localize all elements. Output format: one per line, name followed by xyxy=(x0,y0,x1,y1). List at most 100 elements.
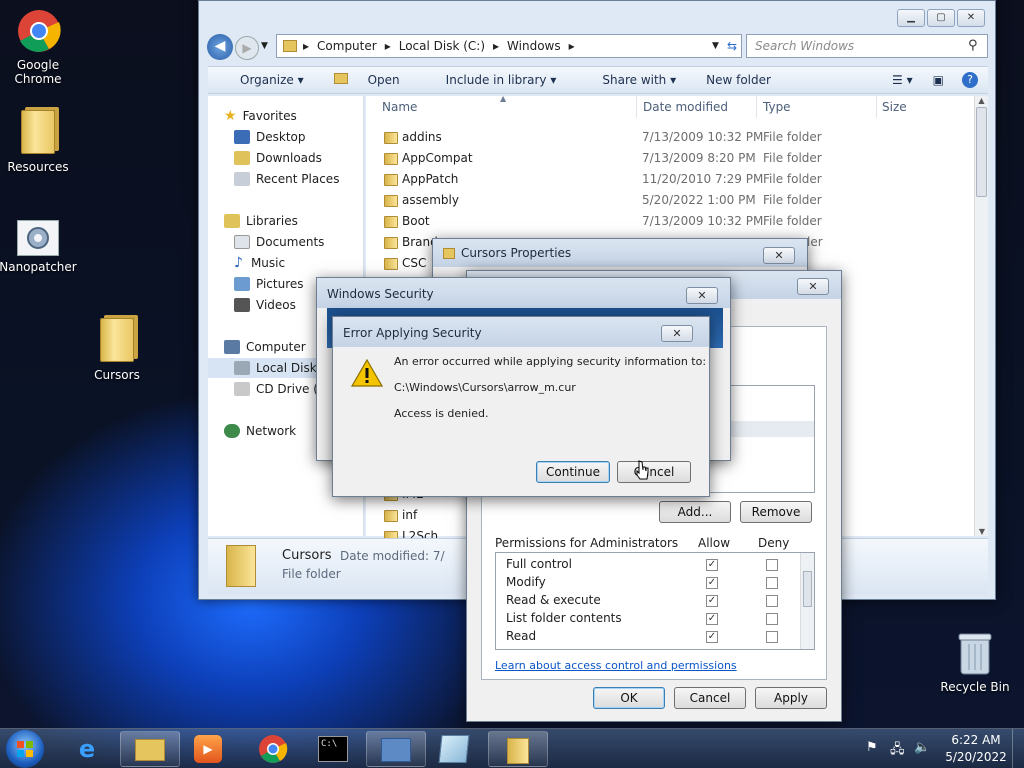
remove-button[interactable]: Remove xyxy=(740,501,812,523)
folder-icon xyxy=(384,510,398,522)
permissions-scrollbar[interactable] xyxy=(800,553,814,649)
close-button[interactable]: ✕ xyxy=(661,325,693,342)
desktop-icon-nanopatcher[interactable]: Nanopatcher xyxy=(0,220,78,274)
nav-favorites[interactable]: ★ Favorites xyxy=(224,106,297,126)
breadcrumb-local-disk[interactable]: Local Disk (C:) xyxy=(399,39,485,53)
scroll-down-arrow[interactable]: ▼ xyxy=(975,527,989,536)
nav-cd-drive[interactable]: CD Drive (D xyxy=(234,379,327,399)
refresh-icon[interactable]: ⇆ xyxy=(727,39,737,53)
close-button[interactable]: ✕ xyxy=(686,287,718,304)
cancel-button[interactable]: Cancel xyxy=(617,461,691,483)
clock-date[interactable]: 5/20/2022 xyxy=(944,750,1008,764)
deny-checkbox[interactable] xyxy=(766,559,778,571)
table-row[interactable]: AppCompat 7/13/2009 8:20 PM File folder xyxy=(366,151,966,172)
new-folder-button[interactable]: New folder xyxy=(706,73,771,87)
address-dropdown-icon[interactable]: ▼ xyxy=(712,41,719,51)
ok-button[interactable]: OK xyxy=(593,687,665,709)
column-header-name[interactable]: Name xyxy=(382,100,417,114)
view-options-icon[interactable]: ☰ ▾ xyxy=(892,73,913,87)
folder-icon xyxy=(95,318,139,364)
nav-libraries[interactable]: Libraries xyxy=(224,211,298,231)
folder-icon xyxy=(283,40,297,52)
permission-label: Read & execute xyxy=(506,593,601,607)
preview-pane-icon[interactable]: ▣ xyxy=(933,73,944,87)
cmd-icon[interactable]: C:\ xyxy=(318,736,348,762)
learn-more-link[interactable]: Learn about access control and permissio… xyxy=(495,659,737,672)
deny-checkbox[interactable] xyxy=(766,595,778,607)
show-desktop-button[interactable] xyxy=(1012,729,1024,768)
hard-disk-icon xyxy=(234,361,250,375)
vertical-scrollbar[interactable]: ▲ ▼ xyxy=(974,96,988,536)
desktop-icon-cursors[interactable]: Cursors xyxy=(77,318,157,382)
scroll-thumb[interactable] xyxy=(803,571,812,607)
search-input[interactable]: Search Windows xyxy=(746,34,988,58)
recent-pages-dropdown[interactable]: ▼ xyxy=(261,41,268,51)
column-header-type[interactable]: Type xyxy=(763,100,791,114)
cancel-button[interactable]: Cancel xyxy=(674,687,746,709)
nav-music[interactable]: ♪ Music xyxy=(234,253,285,273)
nav-pictures[interactable]: Pictures xyxy=(234,274,304,294)
close-button[interactable]: ✕ xyxy=(763,247,795,264)
include-in-library-menu[interactable]: Include in library ▾ xyxy=(430,73,557,87)
column-header-size[interactable]: Size xyxy=(882,100,907,114)
allow-checkbox[interactable]: ✓ xyxy=(706,595,718,607)
address-bar[interactable]: ▸ Computer ▸ Local Disk (C:) ▸ Windows ▸… xyxy=(276,34,742,58)
help-icon[interactable]: ? xyxy=(962,72,978,88)
table-row[interactable]: Boot 7/13/2009 10:32 PM File folder xyxy=(366,214,966,235)
taskbar-folder[interactable] xyxy=(488,731,548,767)
desktop-icon-recycle-bin[interactable]: Recycle Bin xyxy=(935,630,1015,694)
breadcrumb-windows[interactable]: Windows xyxy=(507,39,561,53)
taskbar-explorer[interactable] xyxy=(120,731,180,767)
nav-documents[interactable]: Documents xyxy=(234,232,324,252)
media-player-icon[interactable]: ▶ xyxy=(194,735,222,763)
continue-button[interactable]: Continue xyxy=(536,461,610,483)
start-button[interactable] xyxy=(6,730,44,768)
add-button[interactable]: Add... xyxy=(659,501,731,523)
nav-network[interactable]: Network xyxy=(224,421,296,441)
nav-videos[interactable]: Videos xyxy=(234,295,296,315)
allow-checkbox[interactable]: ✓ xyxy=(706,577,718,589)
allow-checkbox[interactable]: ✓ xyxy=(706,559,718,571)
share-with-menu[interactable]: Share with ▾ xyxy=(586,73,676,87)
network-tray-icon[interactable]: 🖧 xyxy=(890,740,905,762)
action-center-icon[interactable]: ⚑ xyxy=(866,740,878,755)
open-button[interactable]: Open xyxy=(333,73,400,87)
close-button[interactable]: ✕ xyxy=(957,9,985,27)
nav-computer[interactable]: Computer xyxy=(224,337,306,357)
deny-checkbox[interactable] xyxy=(766,613,778,625)
allow-checkbox[interactable]: ✓ xyxy=(706,613,718,625)
permissions-list: Full control ✓ Modify ✓ Read & execute ✓ Li… xyxy=(495,552,815,650)
breadcrumb-computer[interactable]: Computer xyxy=(317,39,377,53)
volume-icon[interactable]: 🔈 xyxy=(914,740,930,755)
chrome-taskbar-icon[interactable] xyxy=(258,734,288,767)
scroll-up-arrow[interactable]: ▲ xyxy=(975,96,988,105)
nav-downloads[interactable]: Downloads xyxy=(234,148,322,168)
table-row[interactable]: assembly 5/20/2022 1:00 PM File folder xyxy=(366,193,966,214)
maximize-button[interactable]: ▢ xyxy=(927,9,955,27)
window-controls: ▁ ▢ ✕ xyxy=(897,9,985,27)
close-button[interactable]: ✕ xyxy=(797,278,829,295)
deny-checkbox[interactable] xyxy=(766,631,778,643)
scroll-thumb[interactable] xyxy=(976,107,987,197)
forward-button[interactable]: ▶ xyxy=(235,36,259,60)
back-button[interactable]: ◀ xyxy=(207,34,233,60)
apply-button[interactable]: Apply xyxy=(755,687,827,709)
permission-label: Read xyxy=(506,629,537,643)
internet-explorer-icon[interactable]: e xyxy=(72,735,102,763)
error-path: C:\Windows\Cursors\arrow_m.cur xyxy=(394,381,576,394)
deny-checkbox[interactable] xyxy=(766,577,778,589)
nav-desktop[interactable]: Desktop xyxy=(234,127,306,147)
column-header-date[interactable]: Date modified xyxy=(643,100,728,114)
allow-checkbox[interactable]: ✓ xyxy=(706,631,718,643)
desktop-icon-resources[interactable]: Resources xyxy=(0,110,78,174)
table-row[interactable]: AppPatch 11/20/2010 7:29 PM File folder xyxy=(366,172,966,193)
nav-recent-places[interactable]: Recent Places xyxy=(234,169,339,189)
desktop-icon-chrome[interactable]: Google Chrome xyxy=(0,8,78,86)
details-type: File folder xyxy=(282,567,341,581)
taskbar-control-panel[interactable] xyxy=(366,731,426,767)
notepad-icon[interactable] xyxy=(438,735,470,763)
minimize-button[interactable]: ▁ xyxy=(897,9,925,27)
clock-time[interactable]: 6:22 AM xyxy=(948,733,1004,747)
table-row[interactable]: addins 7/13/2009 10:32 PM File folder xyxy=(366,130,966,151)
organize-menu[interactable]: Organize ▾ xyxy=(224,73,304,87)
